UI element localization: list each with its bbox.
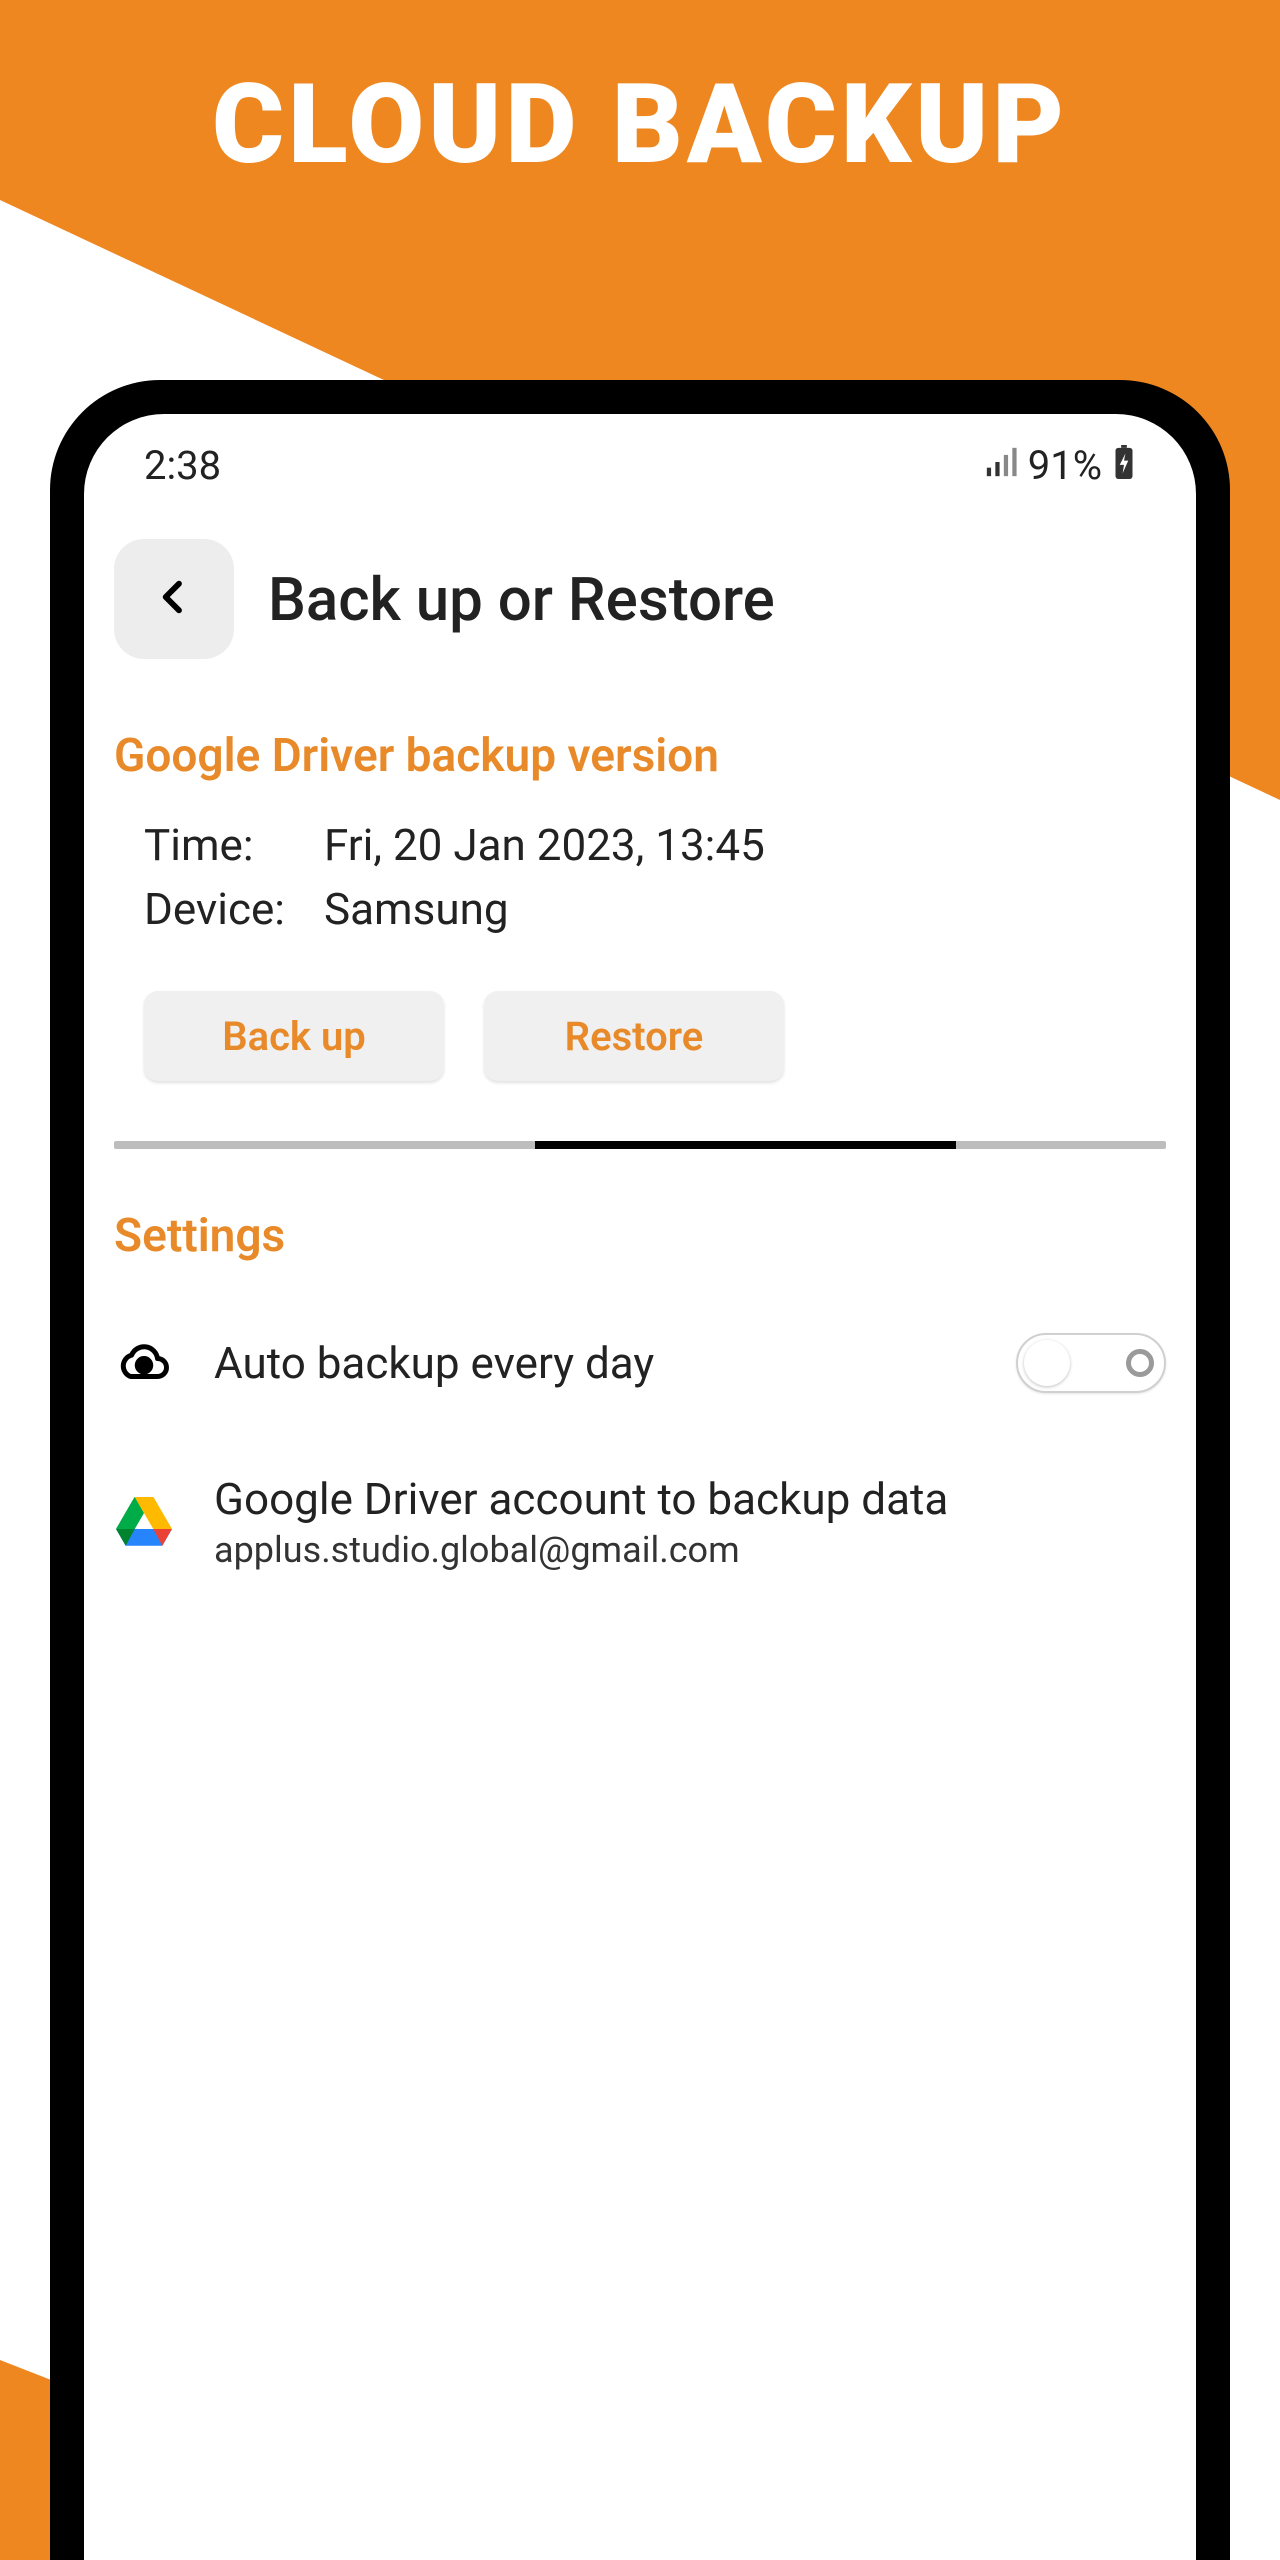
phone-screen: 2:38 91% Back up or Restor <box>84 414 1196 2560</box>
action-buttons: Back up Restore <box>114 941 1166 1111</box>
promo-stage: CLOUD BACKUP 2:38 91% <box>0 0 1280 2560</box>
setting-account[interactable]: Google Driver account to backup data app… <box>114 1433 1166 1611</box>
chevron-left-icon <box>154 577 194 621</box>
backup-device-row: Device: Samsung <box>144 877 1166 941</box>
status-right: 91% <box>984 442 1136 489</box>
restore-button[interactable]: Restore <box>484 991 784 1081</box>
status-battery-text: 91% <box>1028 442 1102 489</box>
setting-auto-backup[interactable]: Auto backup every day <box>114 1293 1166 1433</box>
backup-time-label: Time: <box>144 819 294 871</box>
auto-backup-toggle[interactable] <box>1016 1333 1166 1393</box>
account-label: Google Driver account to backup data <box>214 1473 1166 1525</box>
phone-frame: 2:38 91% Back up or Restor <box>50 380 1230 2560</box>
signal-icon <box>984 442 1018 489</box>
backup-time-value: Fri, 20 Jan 2023, 13:45 <box>324 819 765 871</box>
status-time: 2:38 <box>144 442 221 489</box>
cloud-backup-icon <box>114 1336 174 1390</box>
battery-charging-icon <box>1112 442 1136 489</box>
backup-device-value: Samsung <box>324 883 509 935</box>
section-heading-backup: Google Driver backup version <box>114 689 1166 813</box>
backup-device-label: Device: <box>144 883 294 935</box>
page-header: Back up or Restore <box>114 499 1166 689</box>
section-heading-settings: Settings <box>114 1159 1166 1293</box>
toggle-indicator <box>1126 1349 1154 1377</box>
backup-info: Time: Fri, 20 Jan 2023, 13:45 Device: Sa… <box>114 813 1166 941</box>
backup-time-row: Time: Fri, 20 Jan 2023, 13:45 <box>144 813 1166 877</box>
page-title: Back up or Restore <box>268 564 775 635</box>
google-drive-icon <box>114 1497 174 1547</box>
auto-backup-label: Auto backup every day <box>214 1337 976 1389</box>
backup-button[interactable]: Back up <box>144 991 444 1081</box>
status-bar: 2:38 91% <box>114 432 1166 499</box>
back-button[interactable] <box>114 539 234 659</box>
account-value: applus.studio.global@gmail.com <box>214 1525 1166 1571</box>
toggle-thumb <box>1024 1340 1070 1386</box>
progress-bar[interactable] <box>114 1141 1166 1149</box>
promo-title: CLOUD BACKUP <box>0 60 1280 189</box>
progress-fill <box>535 1141 956 1149</box>
